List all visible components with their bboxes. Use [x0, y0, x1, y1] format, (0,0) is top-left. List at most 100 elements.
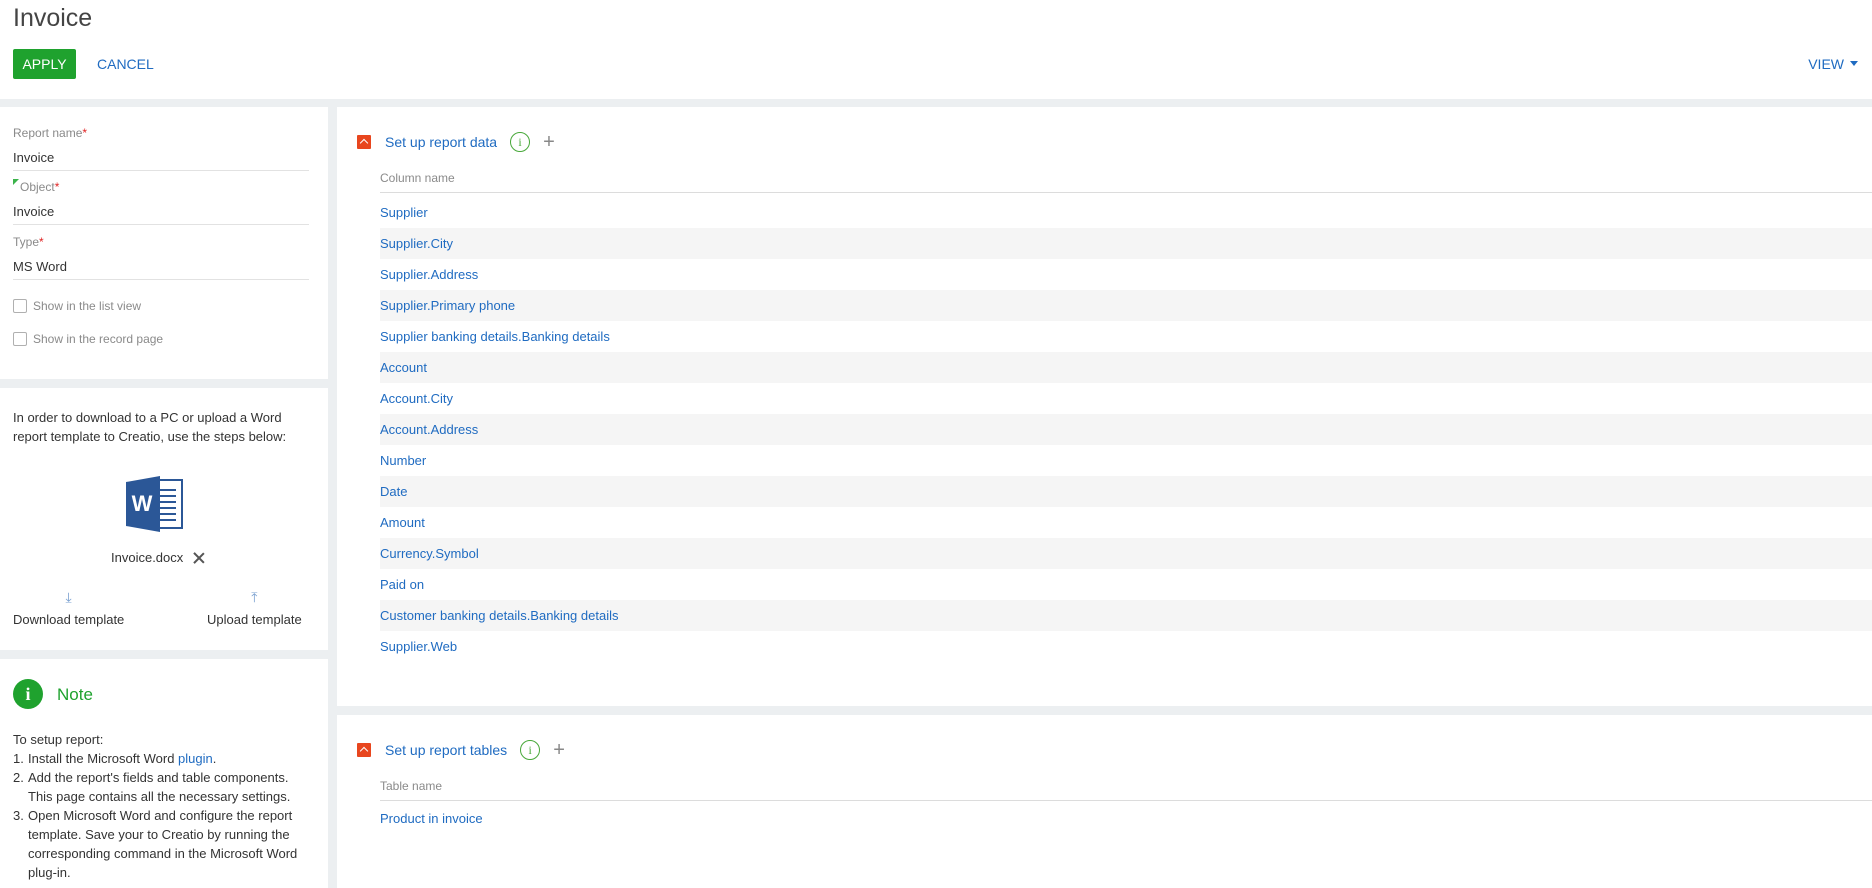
report-tables-list: Product in invoice — [380, 803, 1872, 834]
step-tail: . — [212, 751, 217, 766]
upload-template-button[interactable]: ⤒ Upload template — [207, 590, 302, 627]
column-name-header: Column name — [380, 171, 1872, 193]
note-title: Note — [57, 685, 93, 704]
report-tables-title[interactable]: Set up report tables — [385, 742, 507, 758]
list-item[interactable]: Product in invoice — [380, 803, 1872, 834]
list-item[interactable]: Paid on — [380, 569, 1872, 600]
object-value[interactable]: Invoice — [13, 204, 309, 224]
list-item[interactable]: Supplier.Primary phone — [380, 290, 1872, 321]
chevron-down-icon — [1850, 60, 1858, 66]
required-mark: * — [82, 126, 88, 140]
note-step: 3. Open Microsoft Word and configure the… — [13, 806, 313, 882]
required-mark: * — [54, 180, 60, 194]
apply-button[interactable]: APPLY — [13, 49, 76, 79]
info-icon[interactable]: i — [520, 740, 541, 760]
list-item-label[interactable]: Supplier.Primary phone — [380, 298, 515, 313]
list-item-label[interactable]: Customer banking details.Banking details — [380, 608, 618, 623]
report-tables-header: Set up report tables i + — [357, 740, 565, 760]
list-item-label[interactable]: Supplier.Web — [380, 639, 457, 654]
type-label: Type — [13, 235, 40, 249]
object-label: Object — [20, 180, 55, 194]
list-item[interactable]: Amount — [380, 507, 1872, 538]
list-item-label[interactable]: Product in invoice — [380, 811, 483, 826]
add-icon[interactable]: + — [553, 740, 565, 760]
note-intro: To setup report: — [13, 732, 104, 747]
download-template-label: Download template — [13, 612, 125, 627]
list-item-label[interactable]: Currency.Symbol — [380, 546, 479, 561]
type-field[interactable]: Type * MS Word — [13, 235, 309, 280]
list-item-label[interactable]: Account.City — [380, 391, 453, 406]
close-icon[interactable] — [193, 552, 205, 564]
step-number: 1. — [13, 751, 24, 766]
info-icon[interactable]: i — [510, 132, 531, 152]
list-item[interactable]: Number — [380, 445, 1872, 476]
type-value[interactable]: MS Word — [13, 259, 309, 279]
note-step: 2. Add the report's fields and table com… — [13, 768, 313, 806]
list-item-label[interactable]: Date — [380, 484, 407, 499]
list-item[interactable]: Account — [380, 352, 1872, 383]
step-text: Add the report's fields and table compon… — [28, 770, 291, 804]
list-item-label[interactable]: Amount — [380, 515, 425, 530]
list-item-label[interactable]: Supplier — [380, 205, 428, 220]
report-name-field[interactable]: Report name * Invoice — [13, 126, 309, 171]
show-in-record-page-label: Show in the record page — [33, 332, 164, 346]
show-in-record-page-checkbox[interactable]: Show in the record page — [13, 332, 163, 346]
report-tables-panel — [337, 715, 1872, 888]
svg-text:W: W — [132, 491, 153, 516]
list-item[interactable]: Supplier.Web — [380, 631, 1872, 662]
show-in-list-view-checkbox[interactable]: Show in the list view — [13, 299, 141, 313]
list-item-label[interactable]: Paid on — [380, 577, 424, 592]
file-name-label: Invoice.docx — [111, 550, 184, 565]
template-info-text: In order to download to a PC or upload a… — [13, 410, 287, 444]
list-item[interactable]: Supplier.City — [380, 228, 1872, 259]
download-icon: ⤓ — [65, 589, 72, 605]
step-number: 2. — [13, 770, 24, 785]
list-item-label[interactable]: Number — [380, 453, 426, 468]
add-icon[interactable]: + — [543, 132, 555, 152]
show-in-list-view-label: Show in the list view — [33, 299, 142, 313]
list-item[interactable]: Date — [380, 476, 1872, 507]
upload-icon: ⤒ — [251, 589, 258, 605]
step-text: Install the Microsoft Word — [28, 751, 179, 766]
view-menu-button[interactable]: VIEW — [1808, 56, 1858, 72]
collapse-icon[interactable] — [357, 743, 371, 757]
object-field[interactable]: Object * Invoice — [13, 179, 309, 225]
step-number: 3. — [13, 808, 24, 823]
upload-template-label: Upload template — [207, 612, 302, 627]
list-item[interactable]: Supplier banking details.Banking details — [380, 321, 1872, 352]
list-item[interactable]: Supplier.Address — [380, 259, 1872, 290]
note-steps: 1. Install the Microsoft Word plugin. 2.… — [13, 749, 313, 882]
download-template-button[interactable]: ⤓ Download template — [13, 590, 124, 627]
list-item-label[interactable]: Account — [380, 360, 427, 375]
list-item[interactable]: Supplier — [380, 197, 1872, 228]
note-step: 1. Install the Microsoft Word plugin. — [13, 749, 313, 768]
checkbox[interactable] — [13, 299, 27, 313]
view-label: VIEW — [1808, 56, 1844, 72]
list-item[interactable]: Customer banking details.Banking details — [380, 600, 1872, 631]
table-name-header: Table name — [380, 779, 1872, 801]
template-file: Invoice.docx — [111, 550, 205, 565]
list-item-label[interactable]: Supplier.Address — [380, 267, 478, 282]
checkbox[interactable] — [13, 332, 27, 346]
ms-word-icon: W — [126, 476, 183, 532]
list-item-label[interactable]: Supplier.City — [380, 236, 453, 251]
step-text: Open Microsoft Word and configure the re… — [28, 808, 298, 880]
cancel-button[interactable]: CANCEL — [97, 56, 154, 72]
required-mark: * — [39, 235, 44, 249]
collapse-icon[interactable] — [357, 135, 371, 149]
list-item[interactable]: Account.Address — [380, 414, 1872, 445]
report-data-list: Supplier Supplier.City Supplier.Address Sup… — [380, 197, 1872, 662]
plugin-link[interactable]: plugin — [178, 751, 213, 766]
report-data-title[interactable]: Set up report data — [385, 134, 497, 150]
page-title: Invoice — [13, 4, 93, 32]
report-name-value[interactable]: Invoice — [13, 150, 309, 170]
report-name-label: Report name — [13, 126, 83, 140]
report-data-header: Set up report data i + — [357, 132, 555, 152]
list-item[interactable]: Currency.Symbol — [380, 538, 1872, 569]
list-item-label[interactable]: Supplier banking details.Banking details — [380, 329, 610, 344]
info-icon: i — [13, 679, 43, 709]
required-corner-marker — [13, 179, 19, 185]
note-body: To setup report: 1. Install the Microsof… — [13, 730, 313, 882]
list-item-label[interactable]: Account.Address — [380, 422, 478, 437]
list-item[interactable]: Account.City — [380, 383, 1872, 414]
